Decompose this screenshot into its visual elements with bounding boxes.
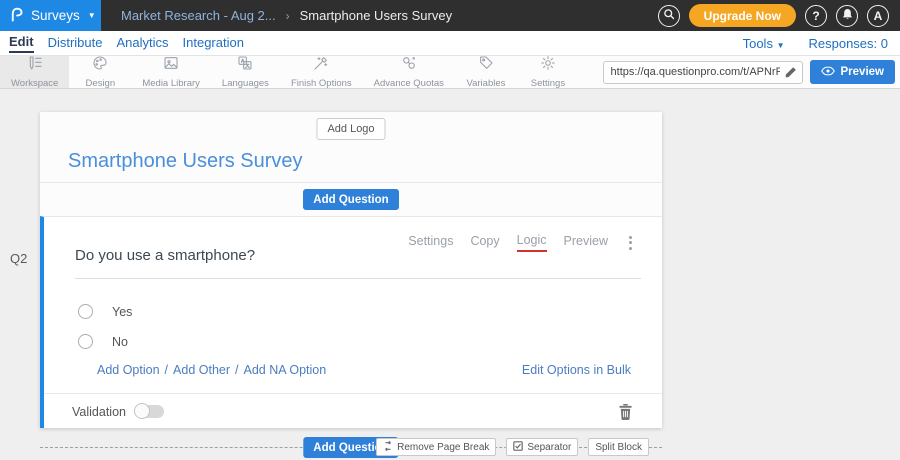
add-option-link[interactable]: Add Option xyxy=(97,363,160,377)
nav-tab-edit[interactable]: Edit xyxy=(9,34,34,53)
nav-right: Tools ▼ Responses: 0 xyxy=(743,36,900,51)
toolbar-item-finish-options[interactable]: Finish Options xyxy=(280,56,363,88)
variables-icon xyxy=(478,55,494,76)
radio-button[interactable] xyxy=(78,304,93,319)
breadcrumb-folder[interactable]: Market Research - Aug 2... xyxy=(121,8,276,23)
chevron-down-icon: ▼ xyxy=(88,11,96,20)
toolbar-item-settings[interactable]: Settings xyxy=(517,56,579,88)
section-nav: Edit Distribute Analytics Integration To… xyxy=(0,31,900,56)
split-block-button[interactable]: Split Block xyxy=(588,438,649,456)
option-label[interactable]: No xyxy=(112,335,128,349)
answer-option-row: No xyxy=(78,334,128,349)
toggle-knob xyxy=(134,403,150,419)
page-break-row: Add Question Remove Page Break Separator… xyxy=(40,437,662,458)
toolbar-item-label: Workspace xyxy=(11,78,58,89)
question-text[interactable]: Do you use a smartphone? xyxy=(75,247,641,279)
survey-card: Add Logo Smartphone Users Survey Add Que… xyxy=(40,112,662,428)
answer-option-row: Yes xyxy=(78,304,132,319)
design-icon xyxy=(92,55,108,76)
search-button[interactable] xyxy=(658,5,680,27)
survey-title[interactable]: Smartphone Users Survey xyxy=(68,150,303,173)
nav-tab-analytics[interactable]: Analytics xyxy=(116,35,168,52)
survey-header-section: Add Logo Smartphone Users Survey xyxy=(40,112,662,182)
validation-row: Validation xyxy=(44,393,662,429)
toolbar-item-label: Design xyxy=(86,78,116,89)
edit-url-icon[interactable] xyxy=(784,65,798,79)
nav-tab-integration[interactable]: Integration xyxy=(183,35,244,52)
search-icon xyxy=(663,8,675,23)
validation-toggle[interactable] xyxy=(135,405,164,418)
nav-tab-distribute[interactable]: Distribute xyxy=(48,35,103,52)
editor-toolbar: Workspace Design Media Library Languages… xyxy=(0,56,900,89)
page-break-controls: Remove Page Break Separator Split Block xyxy=(376,438,649,456)
tools-dropdown[interactable]: Tools ▼ xyxy=(743,36,785,51)
media-library-icon xyxy=(163,55,179,76)
toolbar-item-label: Settings xyxy=(531,78,565,89)
chevron-down-icon: ▼ xyxy=(777,41,785,50)
avatar[interactable]: A xyxy=(867,5,889,27)
bell-icon xyxy=(842,8,853,23)
product-label: Surveys xyxy=(31,8,80,23)
languages-icon xyxy=(237,55,253,76)
toolbar-item-languages[interactable]: Languages xyxy=(211,56,280,88)
question-number: Q2 xyxy=(10,251,27,266)
separator-label: Separator xyxy=(527,442,571,453)
add-question-band: Add Question xyxy=(40,182,662,216)
eye-icon xyxy=(821,66,835,79)
toolbar-item-workspace[interactable]: Workspace xyxy=(0,56,69,88)
toolbar-item-variables[interactable]: Variables xyxy=(455,56,517,88)
breadcrumb: Market Research - Aug 2... › Smartphone … xyxy=(121,8,452,23)
tools-label: Tools xyxy=(743,36,773,51)
finish-options-icon xyxy=(313,55,329,76)
help-button[interactable]: ? xyxy=(805,5,827,27)
top-bar: Surveys ▼ Market Research - Aug 2... › S… xyxy=(0,0,900,31)
add-other-link[interactable]: Add Other xyxy=(173,363,230,377)
option-label[interactable]: Yes xyxy=(112,305,132,319)
link-separator: / xyxy=(235,363,238,377)
separator-button[interactable]: Separator xyxy=(506,438,578,456)
preview-button[interactable]: Preview xyxy=(810,60,895,84)
question-block: Settings Copy Logic Preview Do you use a… xyxy=(40,216,662,428)
questionpro-logo-icon xyxy=(9,4,24,27)
editor-canvas: Q2 Add Logo Smartphone Users Survey Add … xyxy=(0,89,900,460)
toolbar-right: Preview xyxy=(603,56,900,88)
toolbar-item-advance-quotas[interactable]: Advance Quotas xyxy=(363,56,455,88)
checkbox-checked-icon xyxy=(513,441,523,454)
edit-options-in-bulk-link[interactable]: Edit Options in Bulk xyxy=(522,363,631,377)
upgrade-now-button[interactable]: Upgrade Now xyxy=(689,4,796,27)
toolbar-item-label: Finish Options xyxy=(291,78,352,89)
remove-page-break-label: Remove Page Break xyxy=(397,442,489,453)
breadcrumb-separator-icon: › xyxy=(286,9,290,23)
option-actions: Add Option / Add Other / Add NA Option xyxy=(97,363,326,377)
toolbar-item-label: Languages xyxy=(222,78,269,89)
toolbar-item-label: Advance Quotas xyxy=(374,78,444,89)
toolbar-item-label: Variables xyxy=(466,78,505,89)
add-na-option-link[interactable]: Add NA Option xyxy=(244,363,327,377)
topbar-actions: Upgrade Now ? A xyxy=(658,4,900,27)
notifications-button[interactable] xyxy=(836,5,858,27)
add-question-button-top[interactable]: Add Question xyxy=(303,189,398,210)
delete-question-icon[interactable] xyxy=(618,403,634,421)
survey-url-input[interactable] xyxy=(603,61,803,84)
avatar-initial: A xyxy=(874,9,883,23)
remove-page-break-icon xyxy=(383,441,393,454)
preview-label: Preview xyxy=(841,66,884,78)
split-block-label: Split Block xyxy=(595,442,642,453)
toolbar-item-media-library[interactable]: Media Library xyxy=(131,56,211,88)
validation-label: Validation xyxy=(72,405,126,419)
settings-icon xyxy=(540,55,556,76)
advance-quotas-icon xyxy=(401,55,417,76)
breadcrumb-survey-name[interactable]: Smartphone Users Survey xyxy=(300,8,452,23)
responses-count[interactable]: Responses: 0 xyxy=(809,36,889,51)
help-icon: ? xyxy=(812,9,819,23)
workspace-icon xyxy=(27,55,43,76)
toolbar-item-design[interactable]: Design xyxy=(69,56,131,88)
remove-page-break-button[interactable]: Remove Page Break xyxy=(376,438,496,456)
radio-button[interactable] xyxy=(78,334,93,349)
link-separator: / xyxy=(165,363,168,377)
toolbar-item-label: Media Library xyxy=(142,78,200,89)
add-logo-button[interactable]: Add Logo xyxy=(316,118,385,140)
survey-url-wrap xyxy=(603,61,803,84)
product-switcher[interactable]: Surveys ▼ xyxy=(0,0,101,31)
